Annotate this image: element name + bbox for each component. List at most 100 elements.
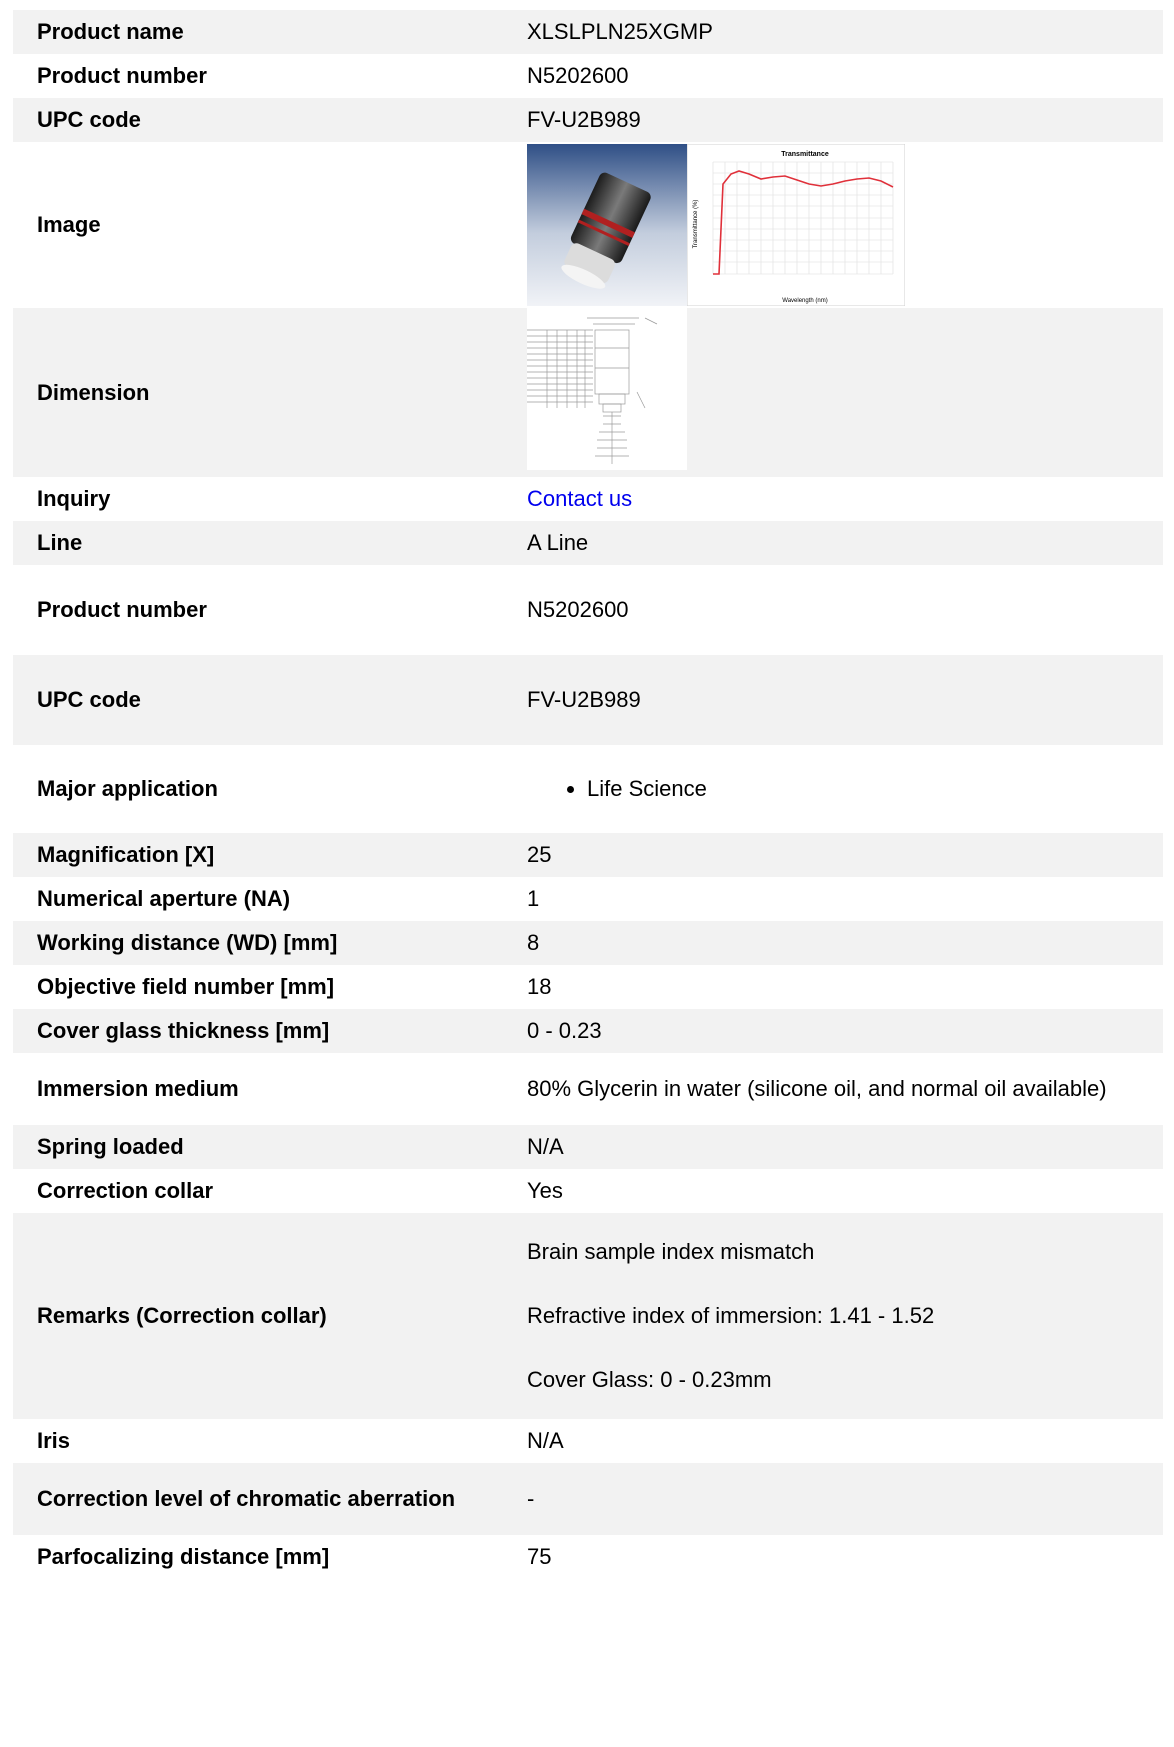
row-label-text: Working distance (WD) [mm] bbox=[37, 930, 338, 955]
row-label: Correction collar bbox=[13, 1169, 527, 1213]
row-label: Numerical aperture (NA) bbox=[13, 877, 527, 921]
row-label-text: Cover glass thickness [mm] bbox=[37, 1018, 330, 1043]
chart-title: Transmittance bbox=[781, 151, 829, 158]
remark-line: Brain sample index mismatch bbox=[527, 1239, 815, 1264]
row-value: 8 bbox=[527, 921, 1163, 965]
row-value: 1 bbox=[527, 877, 1163, 921]
row-label: Remarks (Correction collar) bbox=[13, 1213, 527, 1419]
row-label-text: Product name bbox=[37, 19, 184, 44]
row-label-text: Parfocalizing distance [mm] bbox=[37, 1544, 330, 1569]
application-list: Life Science bbox=[527, 775, 1143, 803]
row-label-text: Product number bbox=[37, 597, 207, 622]
row-label-text: Inquiry bbox=[37, 486, 111, 511]
row-label-text: UPC code bbox=[37, 107, 141, 132]
row-label: Dimension bbox=[13, 308, 527, 477]
row-label: UPC code bbox=[13, 655, 527, 745]
row-value: 25 bbox=[527, 833, 1163, 877]
row-label-text: Dimension bbox=[37, 379, 150, 405]
row-label: Image bbox=[13, 142, 527, 308]
row-value: N5202600 bbox=[527, 565, 1163, 655]
table-row: Image Transmittance Transmittance (%) Wa… bbox=[13, 142, 1163, 308]
row-value: Transmittance Transmittance (%) Waveleng… bbox=[527, 142, 1163, 308]
table-row: Spring loaded N/A bbox=[13, 1125, 1163, 1169]
row-value: XLSLPLN25XGMP bbox=[527, 10, 1163, 54]
row-label-text: Immersion medium bbox=[37, 1076, 239, 1101]
row-label: Cover glass thickness [mm] bbox=[13, 1009, 527, 1053]
table-row: Line A Line bbox=[13, 521, 1163, 565]
row-value: Contact us bbox=[527, 477, 1163, 521]
table-row: Working distance (WD) [mm] 8 bbox=[13, 921, 1163, 965]
remark-line: Refractive index of immersion: 1.41 - 1.… bbox=[527, 1303, 935, 1328]
table-row: Magnification [X] 25 bbox=[13, 833, 1163, 877]
row-value: N/A bbox=[527, 1125, 1163, 1169]
list-item: Life Science bbox=[587, 775, 1143, 803]
row-label: Product number bbox=[13, 54, 527, 98]
row-label: Major application bbox=[13, 745, 527, 833]
row-label: Spring loaded bbox=[13, 1125, 527, 1169]
row-value: Life Science bbox=[527, 745, 1163, 833]
row-label-text: Magnification [X] bbox=[37, 842, 215, 867]
row-label-text: Objective field number [mm] bbox=[37, 974, 335, 999]
row-value: FV-U2B989 bbox=[527, 655, 1163, 745]
chart-ylabel: Transmittance (%) bbox=[693, 200, 699, 249]
row-value: 18 bbox=[527, 965, 1163, 1009]
objective-lens-photo bbox=[527, 144, 687, 306]
row-label: UPC code bbox=[13, 98, 527, 142]
remark-line: Cover Glass: 0 - 0.23mm bbox=[527, 1367, 772, 1392]
row-value: 80% Glycerin in water (silicone oil, and… bbox=[527, 1053, 1163, 1125]
dimension-drawing bbox=[527, 308, 687, 470]
table-row: Dimension bbox=[13, 308, 1163, 477]
row-value: N5202600 bbox=[527, 54, 1163, 98]
table-row: Parfocalizing distance [mm] 75 bbox=[13, 1535, 1163, 1579]
table-row: Product name XLSLPLN25XGMP bbox=[13, 10, 1163, 54]
table-row: Remarks (Correction collar) Brain sample… bbox=[13, 1213, 1163, 1419]
row-label: Working distance (WD) [mm] bbox=[13, 921, 527, 965]
table-row: Iris N/A bbox=[13, 1419, 1163, 1463]
row-value: Brain sample index mismatch Refractive i… bbox=[527, 1213, 1163, 1419]
table-row: Product number N5202600 bbox=[13, 54, 1163, 98]
product-image-group: Transmittance Transmittance (%) Waveleng… bbox=[527, 144, 1143, 306]
table-row: UPC code FV-U2B989 bbox=[13, 98, 1163, 142]
row-value: FV-U2B989 bbox=[527, 98, 1163, 142]
row-label: Iris bbox=[13, 1419, 527, 1463]
table-row: Cover glass thickness [mm] 0 - 0.23 bbox=[13, 1009, 1163, 1053]
table-row: Inquiry Contact us bbox=[13, 477, 1163, 521]
transmittance-chart: Transmittance Transmittance (%) Waveleng… bbox=[687, 144, 905, 306]
table-row: UPC code FV-U2B989 bbox=[13, 655, 1163, 745]
row-value bbox=[527, 308, 1163, 477]
table-row: Correction level of chromatic aberration… bbox=[13, 1463, 1163, 1535]
contact-us-link[interactable]: Contact us bbox=[527, 486, 632, 511]
row-label-text: Spring loaded bbox=[37, 1134, 184, 1159]
row-label-text: Iris bbox=[37, 1428, 71, 1453]
table-row: Major application Life Science bbox=[13, 745, 1163, 833]
row-label: Objective field number [mm] bbox=[13, 965, 527, 1009]
spec-table: Product name XLSLPLN25XGMP Product numbe… bbox=[13, 10, 1163, 1579]
row-label-text: Numerical aperture (NA) bbox=[37, 886, 291, 911]
row-value: 75 bbox=[527, 1535, 1163, 1579]
row-label-text: Correction collar bbox=[37, 1178, 214, 1203]
table-row: Product number N5202600 bbox=[13, 565, 1163, 655]
row-label: Correction level of chromatic aberration bbox=[13, 1463, 527, 1535]
row-label-text: Image bbox=[37, 212, 101, 237]
table-row: Numerical aperture (NA) 1 bbox=[13, 877, 1163, 921]
row-label: Line bbox=[13, 521, 527, 565]
row-label: Product name bbox=[13, 10, 527, 54]
row-label-text: Major application bbox=[37, 776, 218, 801]
row-label-text: Correction level of chromatic aberration bbox=[37, 1486, 456, 1511]
row-label-text: Product number bbox=[37, 63, 207, 88]
row-value: N/A bbox=[527, 1419, 1163, 1463]
row-label: Magnification [X] bbox=[13, 833, 527, 877]
row-label: Inquiry bbox=[13, 477, 527, 521]
table-row: Immersion medium 80% Glycerin in water (… bbox=[13, 1053, 1163, 1125]
row-value: Yes bbox=[527, 1169, 1163, 1213]
row-label: Parfocalizing distance [mm] bbox=[13, 1535, 527, 1579]
row-label-text: Remarks (Correction collar) bbox=[37, 1303, 327, 1328]
row-value: - bbox=[527, 1463, 1163, 1535]
table-row: Objective field number [mm] 18 bbox=[13, 965, 1163, 1009]
chart-xlabel: Wavelength (nm) bbox=[782, 298, 827, 304]
row-label: Immersion medium bbox=[13, 1053, 527, 1125]
row-value: 0 - 0.23 bbox=[527, 1009, 1163, 1053]
table-row: Correction collar Yes bbox=[13, 1169, 1163, 1213]
row-label: Product number bbox=[13, 565, 527, 655]
row-label-text: Line bbox=[37, 530, 83, 555]
